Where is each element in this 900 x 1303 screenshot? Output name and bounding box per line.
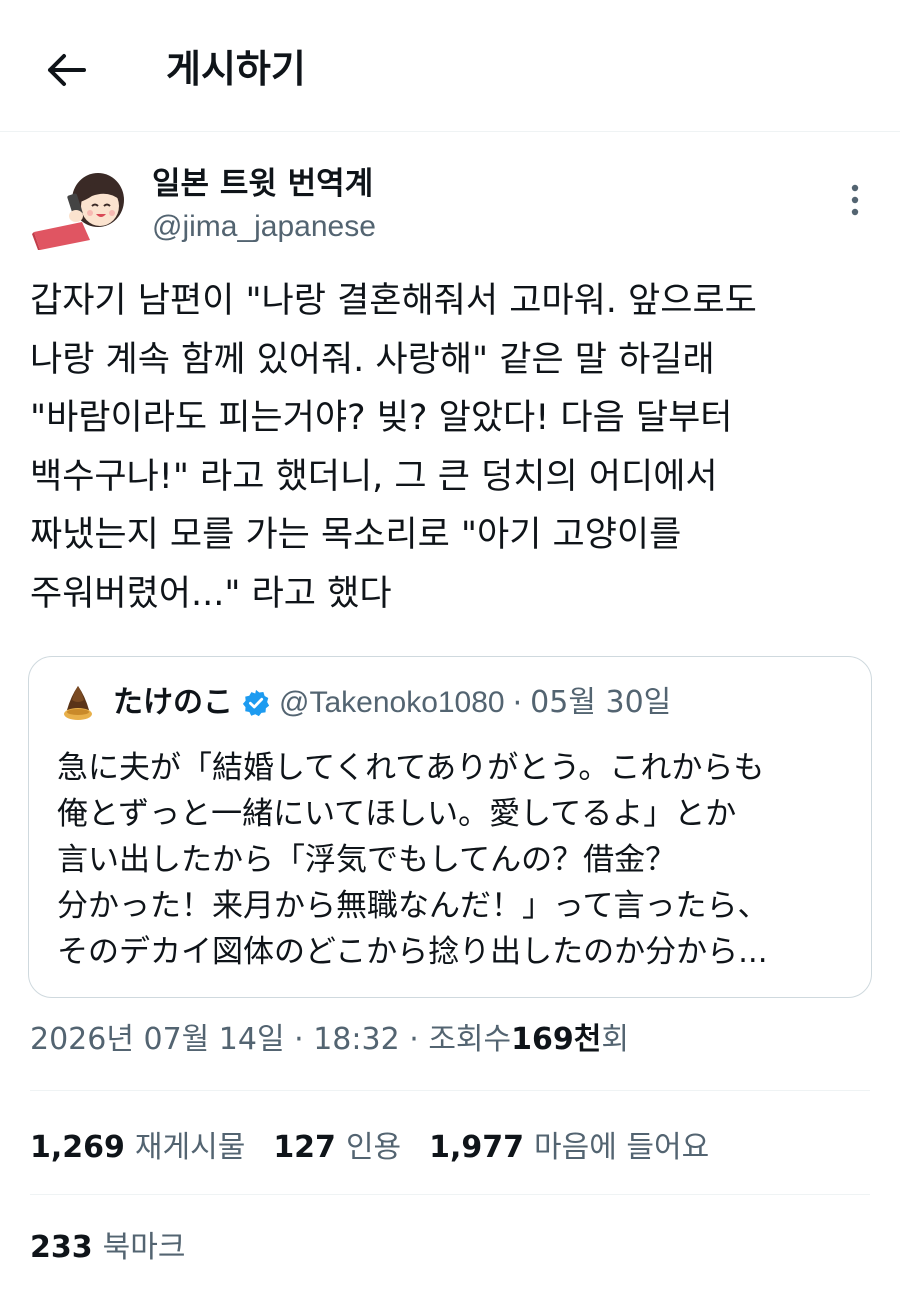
tweet-text-line: 짜냈는지 모를 가는 목소리로 "아기 고양이를: [30, 515, 682, 555]
views-count: 169천: [511, 1022, 602, 1057]
top-bar: 게시하기: [0, 0, 900, 132]
page-title: 게시하기: [166, 47, 306, 91]
quoted-author-handle: @Takenoko1080: [279, 686, 505, 719]
engagement-stats: 1,269 재게시물 127 인용 1,977 마음에 들어요: [30, 1120, 737, 1168]
quoted-text-line: 急に夫が「結婚してくれてありがとう。これからも: [57, 750, 765, 786]
reposts-stat[interactable]: 1,269 재게시물: [30, 1122, 245, 1166]
quoted-text-line: 俺とずっと一緒にいてほしい。愛してるよ」とか: [57, 796, 737, 832]
quotes-label: 인용: [345, 1130, 402, 1165]
quoted-author-name: たけのこ: [113, 685, 233, 720]
tweet-meta: 2026년 07월 14일 · 18:32 · 조회수169천회: [30, 1018, 629, 1062]
views-label: 조회수: [428, 1022, 512, 1057]
quotes-count: 127: [273, 1130, 336, 1165]
quoted-tweet-card[interactable]: たけのこ @Takenoko1080 · 05월 30일 急に夫が「結婚してくれ…: [28, 656, 872, 998]
author-handle[interactable]: @jima_japanese: [152, 206, 376, 248]
tweet-text-line: 주워버렸어..." 라고 했다: [30, 573, 392, 614]
tweet-text-line: "바람이라도 피는거야? 빚? 알았다! 다음 달부터: [30, 398, 733, 438]
separator-dot: ·: [409, 1022, 419, 1057]
quoted-tweet-header: たけのこ @Takenoko1080 · 05월 30일: [57, 681, 671, 725]
more-options-button[interactable]: [840, 180, 870, 220]
likes-count: 1,977: [429, 1130, 525, 1165]
bookmarks-count: 233: [30, 1230, 93, 1265]
more-vertical-icon: [851, 184, 859, 216]
tweet-author: 일본 트윗 번역계 @jima_japanese: [30, 160, 880, 250]
tweet-text: 갑자기 남편이 "나랑 결혼해줘서 고마워. 앞으로도 나랑 계속 함께 있어줘…: [30, 272, 880, 623]
quotes-stat[interactable]: 127 인용: [273, 1122, 401, 1166]
likes-stat[interactable]: 1,977 마음에 들어요: [429, 1122, 709, 1166]
back-button[interactable]: [38, 44, 94, 96]
quoted-text-line: そのデカイ図体のどこから捻り出したのか分から...: [57, 934, 768, 970]
separator-dot: ·: [294, 1022, 304, 1057]
quoted-tweet-text: 急に夫が「結婚してくれてありがとう。これからも 俺とずっと一緒にいてほしい。愛し…: [57, 745, 857, 975]
quoted-tweet-date: 05월 30일: [530, 685, 672, 720]
quoted-author-avatar[interactable]: [57, 682, 99, 724]
avatar-girl-phone-icon: [32, 173, 124, 250]
tweet-date[interactable]: 2026년 07월 14일: [30, 1022, 285, 1057]
tweet-text-line: 나랑 계속 함께 있어줘. 사랑해" 같은 말 하길래: [30, 339, 715, 380]
author-display-name[interactable]: 일본 트윗 번역계: [152, 162, 373, 206]
divider: [30, 1194, 870, 1195]
author-avatar[interactable]: [30, 170, 130, 250]
quoted-text-line: 言い出したから「浮気でもしてんの？借金？: [57, 842, 677, 878]
verified-badge-icon: [242, 689, 270, 717]
arrow-left-icon: [48, 54, 86, 86]
views-suffix: 회: [601, 1022, 629, 1057]
reposts-label: 재게시물: [134, 1130, 246, 1165]
reposts-count: 1,269: [30, 1130, 125, 1165]
tweet-text-line: 백수구나!" 라고 했더니, 그 큰 덩치의 어디에서: [30, 456, 718, 497]
tweet-time[interactable]: 18:32: [313, 1022, 399, 1057]
separator-dot: ·: [512, 685, 523, 721]
bookmarks-stat[interactable]: 233 북마크: [30, 1222, 185, 1270]
likes-label: 마음에 들어요: [534, 1130, 710, 1165]
tweet-text-line: 갑자기 남편이 "나랑 결혼해줘서 고마워. 앞으로도: [30, 281, 757, 321]
bookmarks-label: 북마크: [102, 1230, 186, 1265]
divider: [30, 1090, 870, 1091]
quoted-text-line: 分かった！来月から無職なんだ！」って言ったら、: [57, 888, 769, 924]
